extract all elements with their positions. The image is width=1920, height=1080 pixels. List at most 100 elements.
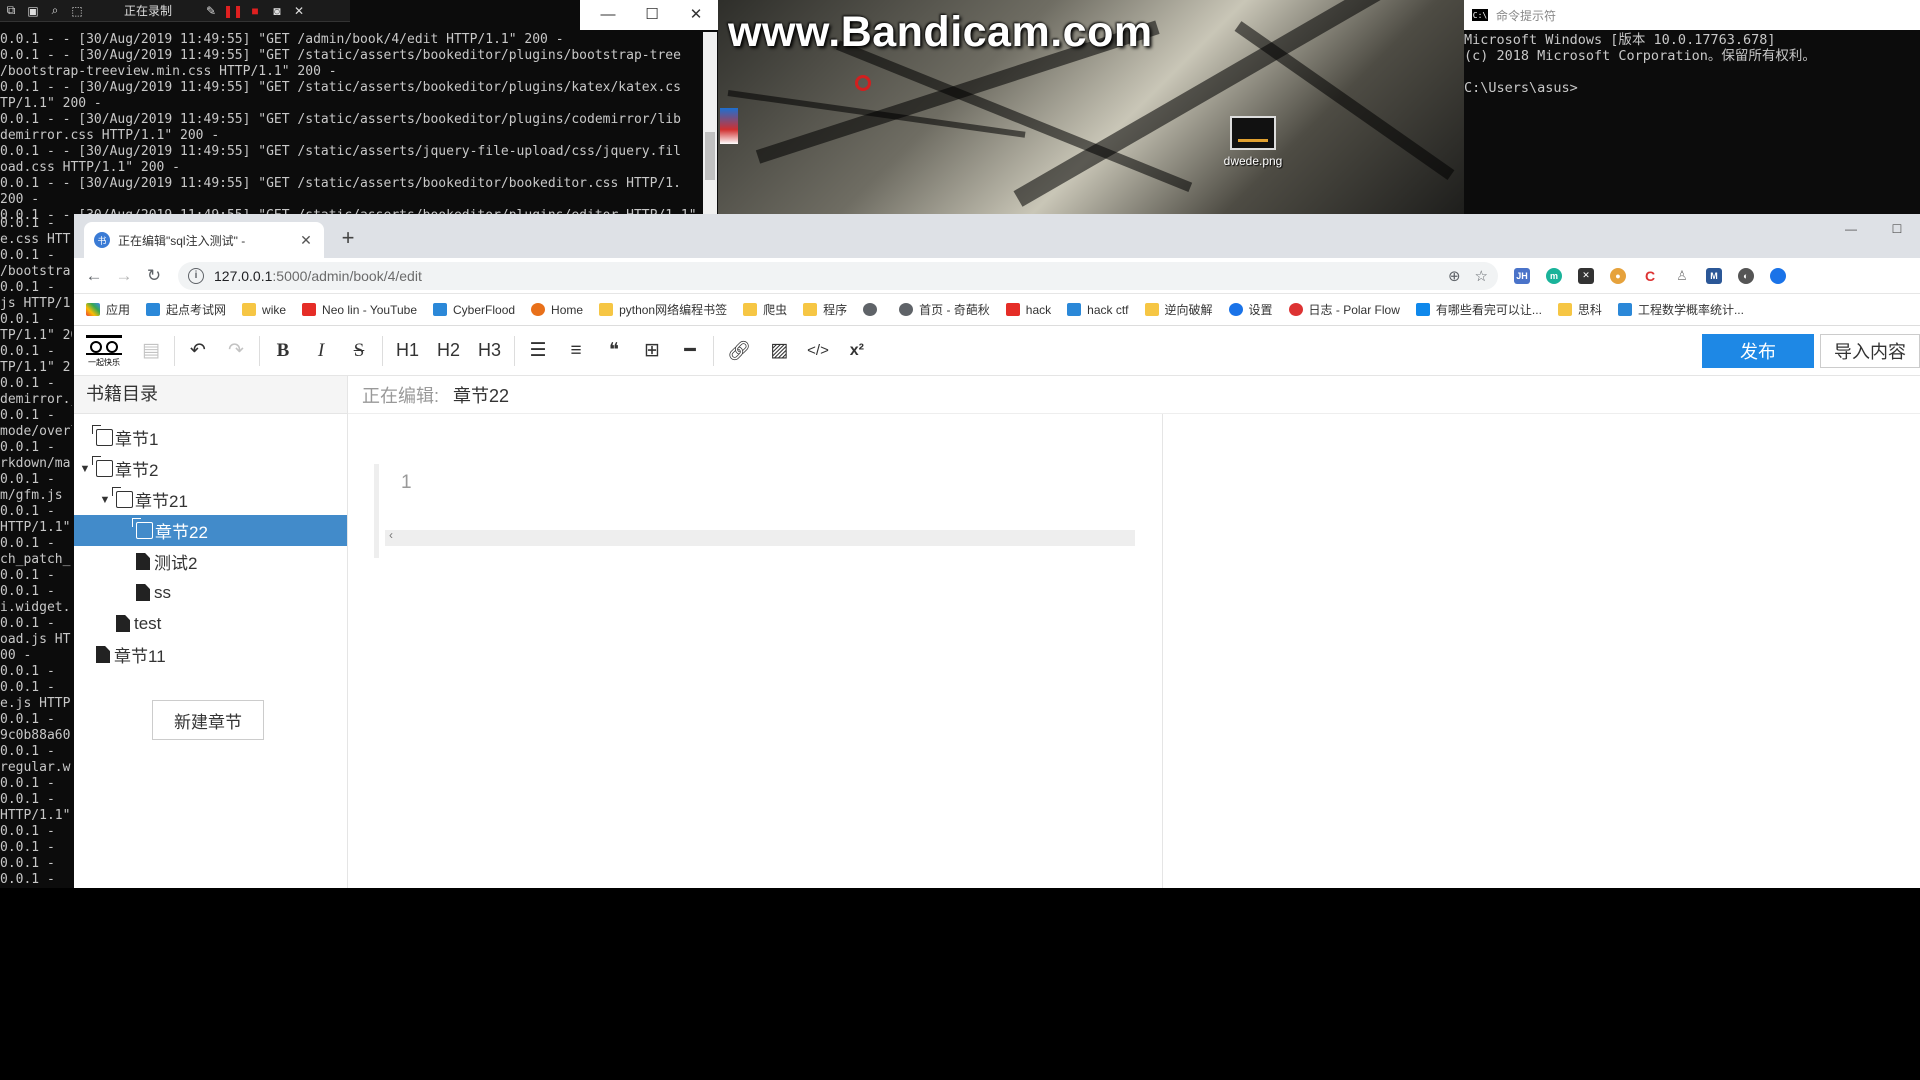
bookmark-item[interactable] xyxy=(863,303,883,316)
file-icon xyxy=(116,615,130,632)
tree-node[interactable]: 测试2 xyxy=(74,546,347,577)
bookmark-item[interactable]: 爬虫 xyxy=(743,301,787,318)
extension-m-icon[interactable]: m xyxy=(1546,267,1562,284)
save-icon[interactable]: ▤ xyxy=(132,333,170,369)
publish-button[interactable]: 发布 xyxy=(1702,334,1814,368)
superscript-icon[interactable]: x² xyxy=(838,333,876,369)
cmd-output[interactable]: Microsoft Windows [版本 10.0.17763.678] (c)… xyxy=(1464,30,1920,96)
site-info-icon[interactable]: i xyxy=(188,267,204,284)
new-chapter-button[interactable]: 新建章节 xyxy=(152,700,264,740)
reload-button[interactable]: ↻ xyxy=(140,262,168,290)
desktop-app-icon[interactable] xyxy=(720,108,738,144)
tree-node[interactable]: 章节11 xyxy=(74,639,347,670)
import-content-button[interactable]: 导入内容 xyxy=(1820,334,1920,368)
maximize-icon[interactable]: ☐ xyxy=(1874,214,1920,244)
stop-icon[interactable]: ■ xyxy=(246,2,264,20)
extension-jh-icon[interactable]: JH xyxy=(1514,267,1530,284)
bookmark-star-icon[interactable]: ☆ xyxy=(1475,267,1488,285)
bookmark-item[interactable]: 应用 xyxy=(86,301,130,318)
table-icon[interactable]: ⊞ xyxy=(633,333,671,369)
close-icon[interactable]: ✕ xyxy=(290,2,308,20)
bookmark-item[interactable]: 起点考试网 xyxy=(146,301,226,318)
bookmark-label: 首页 - 奇葩秋 xyxy=(919,303,990,317)
search-icon[interactable]: ⌕ xyxy=(46,2,64,20)
cmd-titlebar[interactable]: C:\ 命令提示符 xyxy=(1464,0,1920,30)
unordered-list-icon[interactable]: ≡ xyxy=(557,333,595,369)
bookmark-label: 有哪些看完可以让... xyxy=(1435,303,1542,317)
terminal-scrollbar[interactable] xyxy=(703,32,717,214)
bookmark-item[interactable]: 程序 xyxy=(803,301,847,318)
tree-node[interactable]: 章节22 xyxy=(74,515,347,546)
address-bar[interactable]: i 127.0.0.1 :5000/admin/book/4/edit ⊕ ☆ xyxy=(178,261,1498,290)
extension-circle-icon[interactable]: ◐ xyxy=(1738,267,1754,284)
minimize-icon[interactable]: — xyxy=(586,0,630,30)
bookmark-item[interactable]: hack ctf xyxy=(1067,303,1129,317)
camera-icon[interactable]: ◙ xyxy=(268,2,286,20)
tree-node[interactable]: ss xyxy=(74,577,347,608)
extension-c-icon[interactable]: C xyxy=(1642,267,1658,284)
tree-node[interactable]: test xyxy=(74,608,347,639)
bookmark-item[interactable]: Neo lin - YouTube xyxy=(302,303,417,317)
code-icon[interactable]: </> xyxy=(798,333,838,369)
markdown-input-pane[interactable]: 1 xyxy=(348,414,1163,888)
tree-node[interactable]: 章节1 xyxy=(74,422,347,453)
bookmark-item[interactable]: python网络编程书签 xyxy=(599,301,727,318)
undo-icon[interactable]: ↶ xyxy=(179,333,217,369)
heading-1-button[interactable]: H1 xyxy=(387,333,428,369)
minimize-icon[interactable]: — xyxy=(1828,214,1874,244)
expand-caret-icon[interactable]: ▼ xyxy=(99,494,111,506)
tab-active[interactable]: 书 正在编辑"sql注入测试" - ✕ xyxy=(84,222,324,258)
image-icon[interactable]: ▨ xyxy=(760,333,798,369)
back-button[interactable]: ← xyxy=(80,262,108,290)
link-icon[interactable]: 🔗︎ xyxy=(718,333,760,369)
code-editor[interactable]: 1 xyxy=(374,464,1135,558)
window-icon[interactable]: ⧉ xyxy=(2,2,20,20)
bookmark-item[interactable]: 设置 xyxy=(1228,301,1273,318)
redo-icon[interactable]: ↷ xyxy=(217,333,255,369)
tree-node[interactable]: ▼ 章节21 xyxy=(74,484,347,515)
terminal-line: HTTP/1.1" xyxy=(0,808,71,823)
bookmark-item[interactable]: Home xyxy=(531,303,583,317)
forward-button[interactable]: → xyxy=(110,262,138,290)
extension-person-icon[interactable]: ♙ xyxy=(1674,267,1690,284)
close-tab-icon[interactable]: ✕ xyxy=(298,232,314,249)
extension-x-icon[interactable]: ✕ xyxy=(1578,267,1594,284)
horizontal-rule-icon[interactable]: ━ xyxy=(671,333,709,369)
bookmark-item[interactable]: 逆向破解 xyxy=(1144,301,1213,318)
italic-icon[interactable]: I xyxy=(302,333,340,369)
bookmark-item[interactable]: 首页 - 奇葩秋 xyxy=(899,301,990,318)
bookmark-item[interactable]: hack xyxy=(1005,303,1051,317)
quote-icon[interactable]: ❝ xyxy=(595,333,633,369)
bookmark-item[interactable]: wike xyxy=(242,303,286,317)
folder-icon xyxy=(743,303,758,316)
close-icon[interactable]: ✕ xyxy=(674,0,718,30)
bookmark-item[interactable]: CyberFlood xyxy=(433,303,515,317)
region-icon[interactable]: ⬚ xyxy=(68,2,86,20)
bookmark-item[interactable]: 思科 xyxy=(1557,301,1602,318)
ordered-list-icon[interactable]: ☰ xyxy=(519,333,557,369)
desktop-file-dwede[interactable]: dwede.png xyxy=(1218,116,1288,168)
pencil-icon[interactable]: ✎ xyxy=(202,2,220,20)
maximize-icon[interactable]: ☐ xyxy=(630,0,674,30)
heading-2-button[interactable]: H2 xyxy=(428,333,469,369)
pause-icon[interactable]: ❚❚ xyxy=(223,2,243,20)
scrollbar-thumb[interactable] xyxy=(705,132,715,180)
site-logo[interactable]: 一起快乐 xyxy=(84,334,124,368)
bold-icon[interactable]: B xyxy=(264,333,302,369)
profile-avatar[interactable] xyxy=(1770,267,1786,284)
bookmark-item[interactable]: 工程数学概率统计... xyxy=(1617,301,1744,318)
extension-mega-icon[interactable]: M xyxy=(1706,267,1722,284)
strikethrough-icon[interactable]: S xyxy=(340,333,378,369)
zoom-icon[interactable]: ⊕ xyxy=(1448,267,1461,285)
horizontal-scrollbar[interactable] xyxy=(385,528,1135,546)
expand-caret-icon[interactable]: ▼ xyxy=(79,463,91,475)
tree-node[interactable]: ▼ 章节2 xyxy=(74,453,347,484)
new-tab-button[interactable]: + xyxy=(336,226,360,250)
terminal-log-obscured: 0.0.1 - e.css HTT 0.0.1 -/bootstra 0.0.1 -j… xyxy=(0,216,72,888)
terminal-line: js HTTP/1 xyxy=(0,296,71,311)
fullscreen-icon[interactable]: ▣ xyxy=(24,2,42,20)
extension-cookie-icon[interactable]: ● xyxy=(1610,267,1626,284)
bookmark-item[interactable]: 有哪些看完可以让... xyxy=(1415,301,1542,318)
bookmark-item[interactable]: 日志 - Polar Flow xyxy=(1288,301,1400,318)
heading-3-button[interactable]: H3 xyxy=(469,333,510,369)
